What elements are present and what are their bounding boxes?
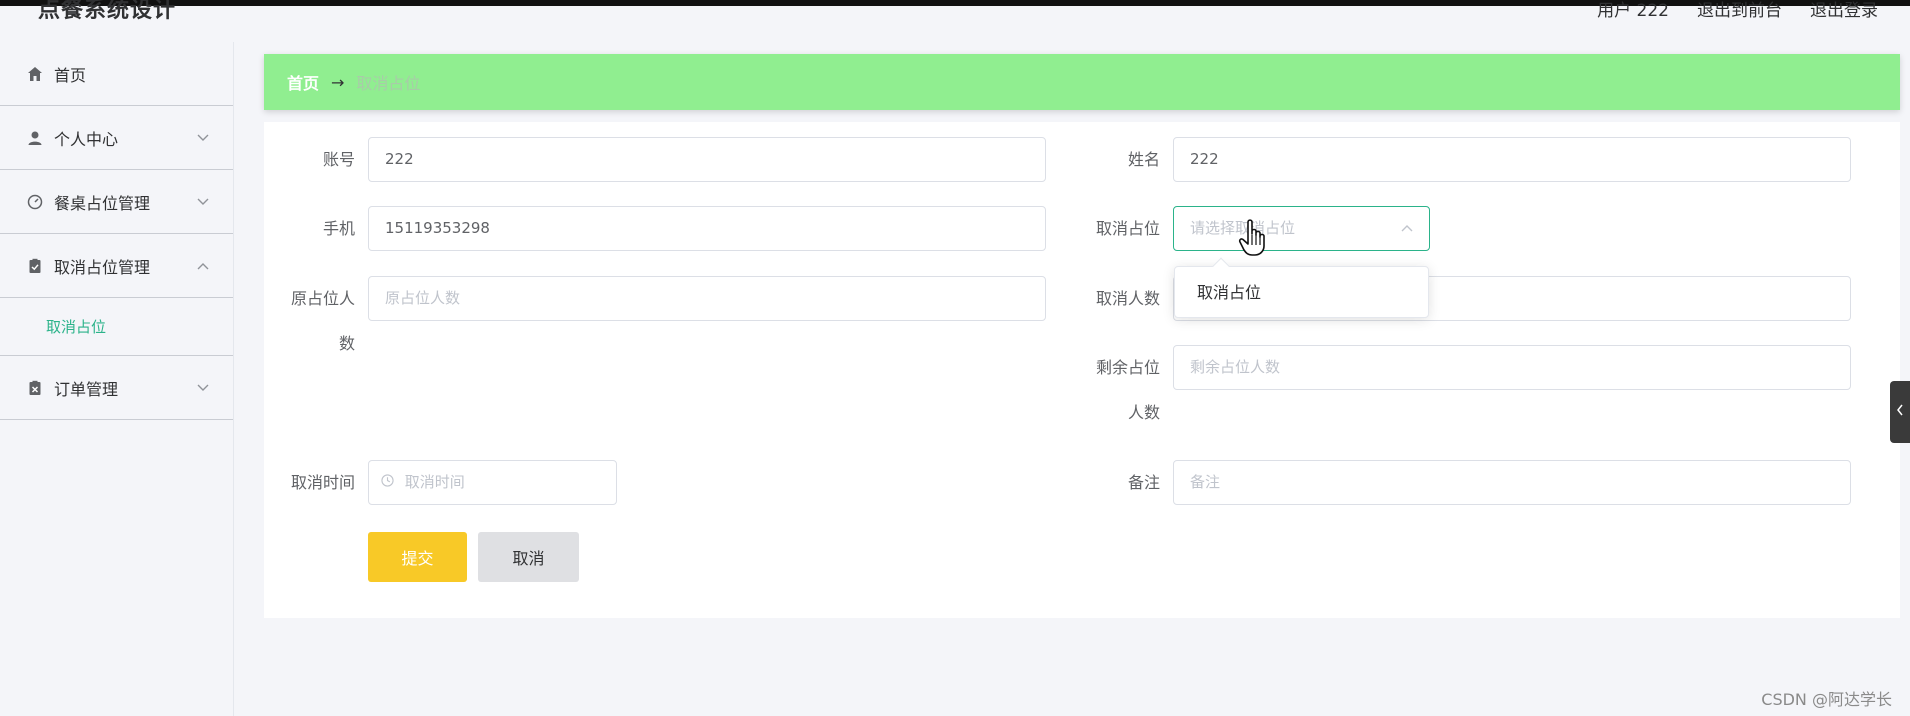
sidebar: 首页 个人中心 餐桌占位管理 取消占位管理 取消占位 订单管理 <box>0 42 234 716</box>
remaining-label-line1: 剩余占位 <box>1095 358 1160 377</box>
sidebar-item-home[interactable]: 首页 <box>0 42 233 106</box>
sidebar-subitem-label: 取消占位 <box>46 318 107 336</box>
clipboard-check-icon <box>26 257 44 275</box>
account-label: 账号 <box>322 150 355 169</box>
app-title: 点餐系统设计 <box>38 0 177 23</box>
phone-input[interactable]: 15119353298 <box>368 206 1046 251</box>
top-bar: 点餐系统设计 用户 222 退出到前台 退出登录 <box>0 0 1910 42</box>
chevron-up-icon <box>1401 207 1413 250</box>
cancel-time-placeholder: 取消时间 <box>404 473 465 491</box>
chevron-down-icon <box>197 131 209 145</box>
chevron-down-icon <box>197 195 209 209</box>
remaining-label: 剩余占位 人数 <box>1090 345 1160 435</box>
sidebar-item-label: 餐桌占位管理 <box>54 193 151 213</box>
watermark: CSDN @阿达学长 <box>1761 690 1892 709</box>
sidebar-item-label: 取消占位管理 <box>54 257 151 277</box>
clock-icon <box>381 461 394 504</box>
cancel-button[interactable]: 取消 <box>478 532 579 582</box>
cancel-time-label: 取消时间 <box>290 473 355 492</box>
chevron-left-icon <box>1896 404 1904 420</box>
sidebar-item-cancel-reservation[interactable]: 取消占位管理 <box>0 234 233 298</box>
account-input[interactable]: 222 <box>368 137 1046 182</box>
logout-link[interactable]: 退出登录 <box>1810 0 1878 23</box>
remark-label: 备注 <box>1127 473 1160 492</box>
sidebar-item-label: 个人中心 <box>54 129 119 149</box>
back-to-front-link[interactable]: 退出到前台 <box>1697 0 1782 23</box>
name-label: 姓名 <box>1127 150 1160 169</box>
clipboard-x-icon <box>26 379 44 397</box>
breadcrumb-current: 取消占位 <box>356 74 421 93</box>
top-links: 用户 222 退出到前台 退出登录 <box>1597 0 1878 23</box>
breadcrumb-home[interactable]: 首页 <box>287 70 319 94</box>
orig-count-input[interactable]: 原占位人数 <box>368 276 1046 321</box>
remaining-count-input[interactable]: 剩余占位人数 <box>1173 345 1851 390</box>
cancel-seat-label: 取消占位 <box>1095 219 1160 238</box>
phone-label: 手机 <box>322 219 355 238</box>
sidebar-item-personal-center[interactable]: 个人中心 <box>0 106 233 170</box>
sidebar-item-table-reservation[interactable]: 餐桌占位管理 <box>0 170 233 234</box>
collapse-tab[interactable] <box>1890 381 1910 443</box>
sidebar-subitem-cancel-seat[interactable]: 取消占位 <box>0 298 233 356</box>
chevron-up-icon <box>197 259 209 273</box>
remark-input[interactable]: 备注 <box>1173 460 1851 505</box>
orig-count-label-line1: 原占位人 <box>290 289 355 308</box>
user-icon <box>26 129 44 147</box>
name-input[interactable]: 222 <box>1173 137 1851 182</box>
breadcrumb: 首页 → 取消占位 <box>264 54 1900 110</box>
sidebar-item-label: 订单管理 <box>54 379 119 399</box>
cancel-seat-select[interactable]: 请选择取消占位 <box>1173 206 1430 251</box>
home-icon <box>26 65 44 83</box>
orig-count-label: 原占位人 数 <box>290 276 355 366</box>
cancel-time-picker[interactable]: 取消时间 <box>368 460 617 505</box>
submit-button[interactable]: 提交 <box>368 532 467 582</box>
remaining-label-line2: 人数 <box>1127 403 1160 422</box>
hand-cursor-icon <box>1238 218 1268 258</box>
cancel-count-label: 取消人数 <box>1095 289 1160 308</box>
gauge-icon <box>26 193 44 211</box>
user-label: 用户 222 <box>1597 1 1669 21</box>
dropdown-option[interactable]: 取消占位 <box>1197 267 1261 319</box>
chevron-down-icon <box>197 381 209 395</box>
breadcrumb-arrow-icon: → <box>331 72 345 92</box>
orig-count-label-line2: 数 <box>338 334 355 353</box>
cancel-seat-dropdown: 取消占位 <box>1174 257 1429 319</box>
sidebar-item-label: 首页 <box>54 65 87 85</box>
sidebar-item-orders[interactable]: 订单管理 <box>0 356 233 420</box>
